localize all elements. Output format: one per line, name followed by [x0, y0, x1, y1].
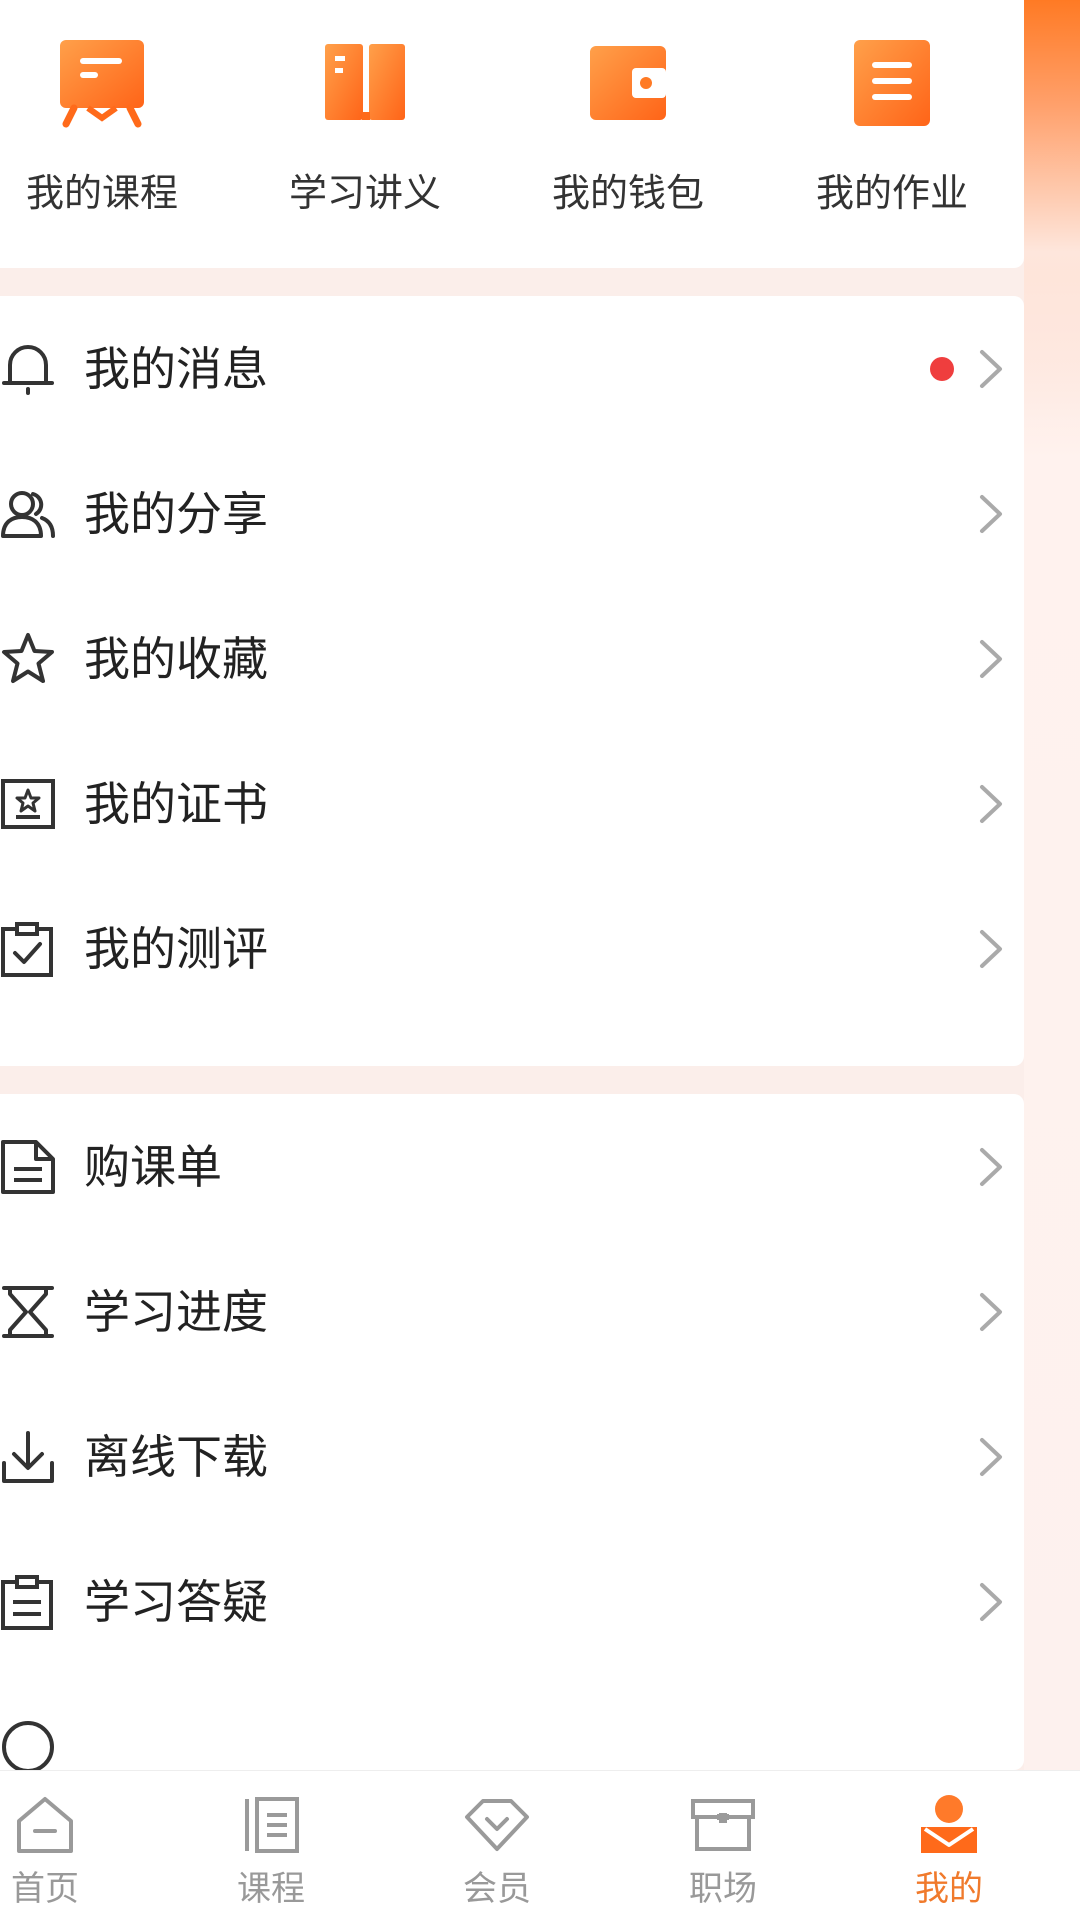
quick-action-label: 我的钱包 — [551, 171, 704, 215]
tab-label: 课程 — [237, 1869, 305, 1909]
quick-action-my-courses[interactable]: 我的课程 — [2, 32, 202, 232]
unread-badge-dot — [930, 357, 954, 381]
chevron-right-icon — [980, 1438, 1002, 1476]
menu-group-learning: 购课单 学习进度 离线下载 学习答疑 — [0, 1094, 1024, 1773]
tab-workplace[interactable]: 职场 — [658, 1771, 788, 1921]
course-board-icon — [60, 40, 144, 128]
menu-item-messages[interactable]: 我的消息 — [0, 296, 1024, 441]
tab-home[interactable]: 首页 — [0, 1771, 110, 1921]
tab-label: 首页 — [11, 1869, 79, 1909]
hourglass-icon — [2, 1286, 54, 1338]
menu-item-label: 购课单 — [84, 1140, 222, 1194]
menu-item-cart[interactable]: 购课单 — [0, 1094, 1024, 1239]
menu-item-certificates[interactable]: 我的证书 — [0, 731, 1024, 876]
chevron-right-icon — [980, 495, 1002, 533]
users-icon — [1, 491, 55, 538]
menu-item-label: 我的测评 — [84, 922, 268, 976]
menu-item-favorites[interactable]: 我的收藏 — [0, 586, 1024, 731]
chevron-right-icon — [980, 640, 1002, 678]
chevron-right-icon — [980, 1148, 1002, 1186]
quick-action-label: 我的作业 — [815, 171, 968, 215]
bottom-tab-bar: 首页 课程 会员 职场 我的 — [0, 1770, 1080, 1921]
profile-icon — [921, 1795, 977, 1853]
bell-icon — [2, 345, 54, 395]
tab-label: 我的 — [915, 1869, 983, 1909]
chevron-right-icon — [980, 1293, 1002, 1331]
menu-item-label: 我的证书 — [84, 777, 268, 831]
tab-mine[interactable]: 我的 — [884, 1771, 1014, 1921]
clipboard-check-icon — [1, 922, 53, 977]
homework-list-icon — [854, 40, 930, 126]
menu-item-label: 我的分享 — [84, 487, 268, 541]
download-icon — [2, 1431, 54, 1483]
quick-actions-panel: 我的课程 学习讲义 我的钱包 我的作业 — [0, 0, 1024, 268]
menu-item-label: 我的消息 — [84, 342, 268, 396]
menu-item-assessments[interactable]: 我的测评 — [0, 876, 1024, 1021]
chevron-right-icon — [980, 1583, 1002, 1621]
briefcase-icon — [691, 1799, 755, 1851]
clipboard-list-icon — [1, 1575, 53, 1630]
quick-action-label: 学习讲义 — [288, 171, 441, 215]
tab-label: 会员 — [463, 1869, 531, 1909]
quick-action-wallet[interactable]: 我的钱包 — [528, 32, 728, 232]
chevron-right-icon — [980, 350, 1002, 388]
menu-item-qa[interactable]: 学习答疑 — [0, 1529, 1024, 1674]
menu-item-shares[interactable]: 我的分享 — [0, 441, 1024, 586]
quick-action-label: 我的课程 — [25, 171, 178, 215]
quick-action-handouts[interactable]: 学习讲义 — [265, 32, 465, 232]
circle-icon — [2, 1721, 54, 1773]
star-icon — [2, 633, 54, 683]
book-icon — [325, 44, 405, 120]
chevron-right-icon — [980, 785, 1002, 823]
course-list-icon — [245, 1797, 299, 1853]
menu-item-label: 离线下载 — [84, 1430, 268, 1484]
menu-item-progress[interactable]: 学习进度 — [0, 1239, 1024, 1384]
document-icon — [1, 1140, 55, 1194]
wallet-icon — [590, 46, 666, 120]
certificate-icon — [1, 779, 55, 829]
background-page-edge-gradient — [1024, 0, 1080, 420]
menu-item-label: 学习进度 — [84, 1285, 268, 1339]
home-icon — [17, 1797, 73, 1853]
menu-group-personal: 我的消息 我的分享 我的收藏 我的证书 我的测评 — [0, 296, 1024, 1066]
tab-label: 职场 — [689, 1869, 757, 1909]
menu-item-offline-download[interactable]: 离线下载 — [0, 1384, 1024, 1529]
tab-member[interactable]: 会员 — [432, 1771, 562, 1921]
tab-courses[interactable]: 课程 — [206, 1771, 336, 1921]
quick-action-homework[interactable]: 我的作业 — [792, 32, 992, 232]
member-diamond-icon — [465, 1799, 529, 1851]
chevron-right-icon — [980, 930, 1002, 968]
menu-item-label: 我的收藏 — [84, 632, 268, 686]
menu-item-label: 学习答疑 — [84, 1575, 268, 1629]
